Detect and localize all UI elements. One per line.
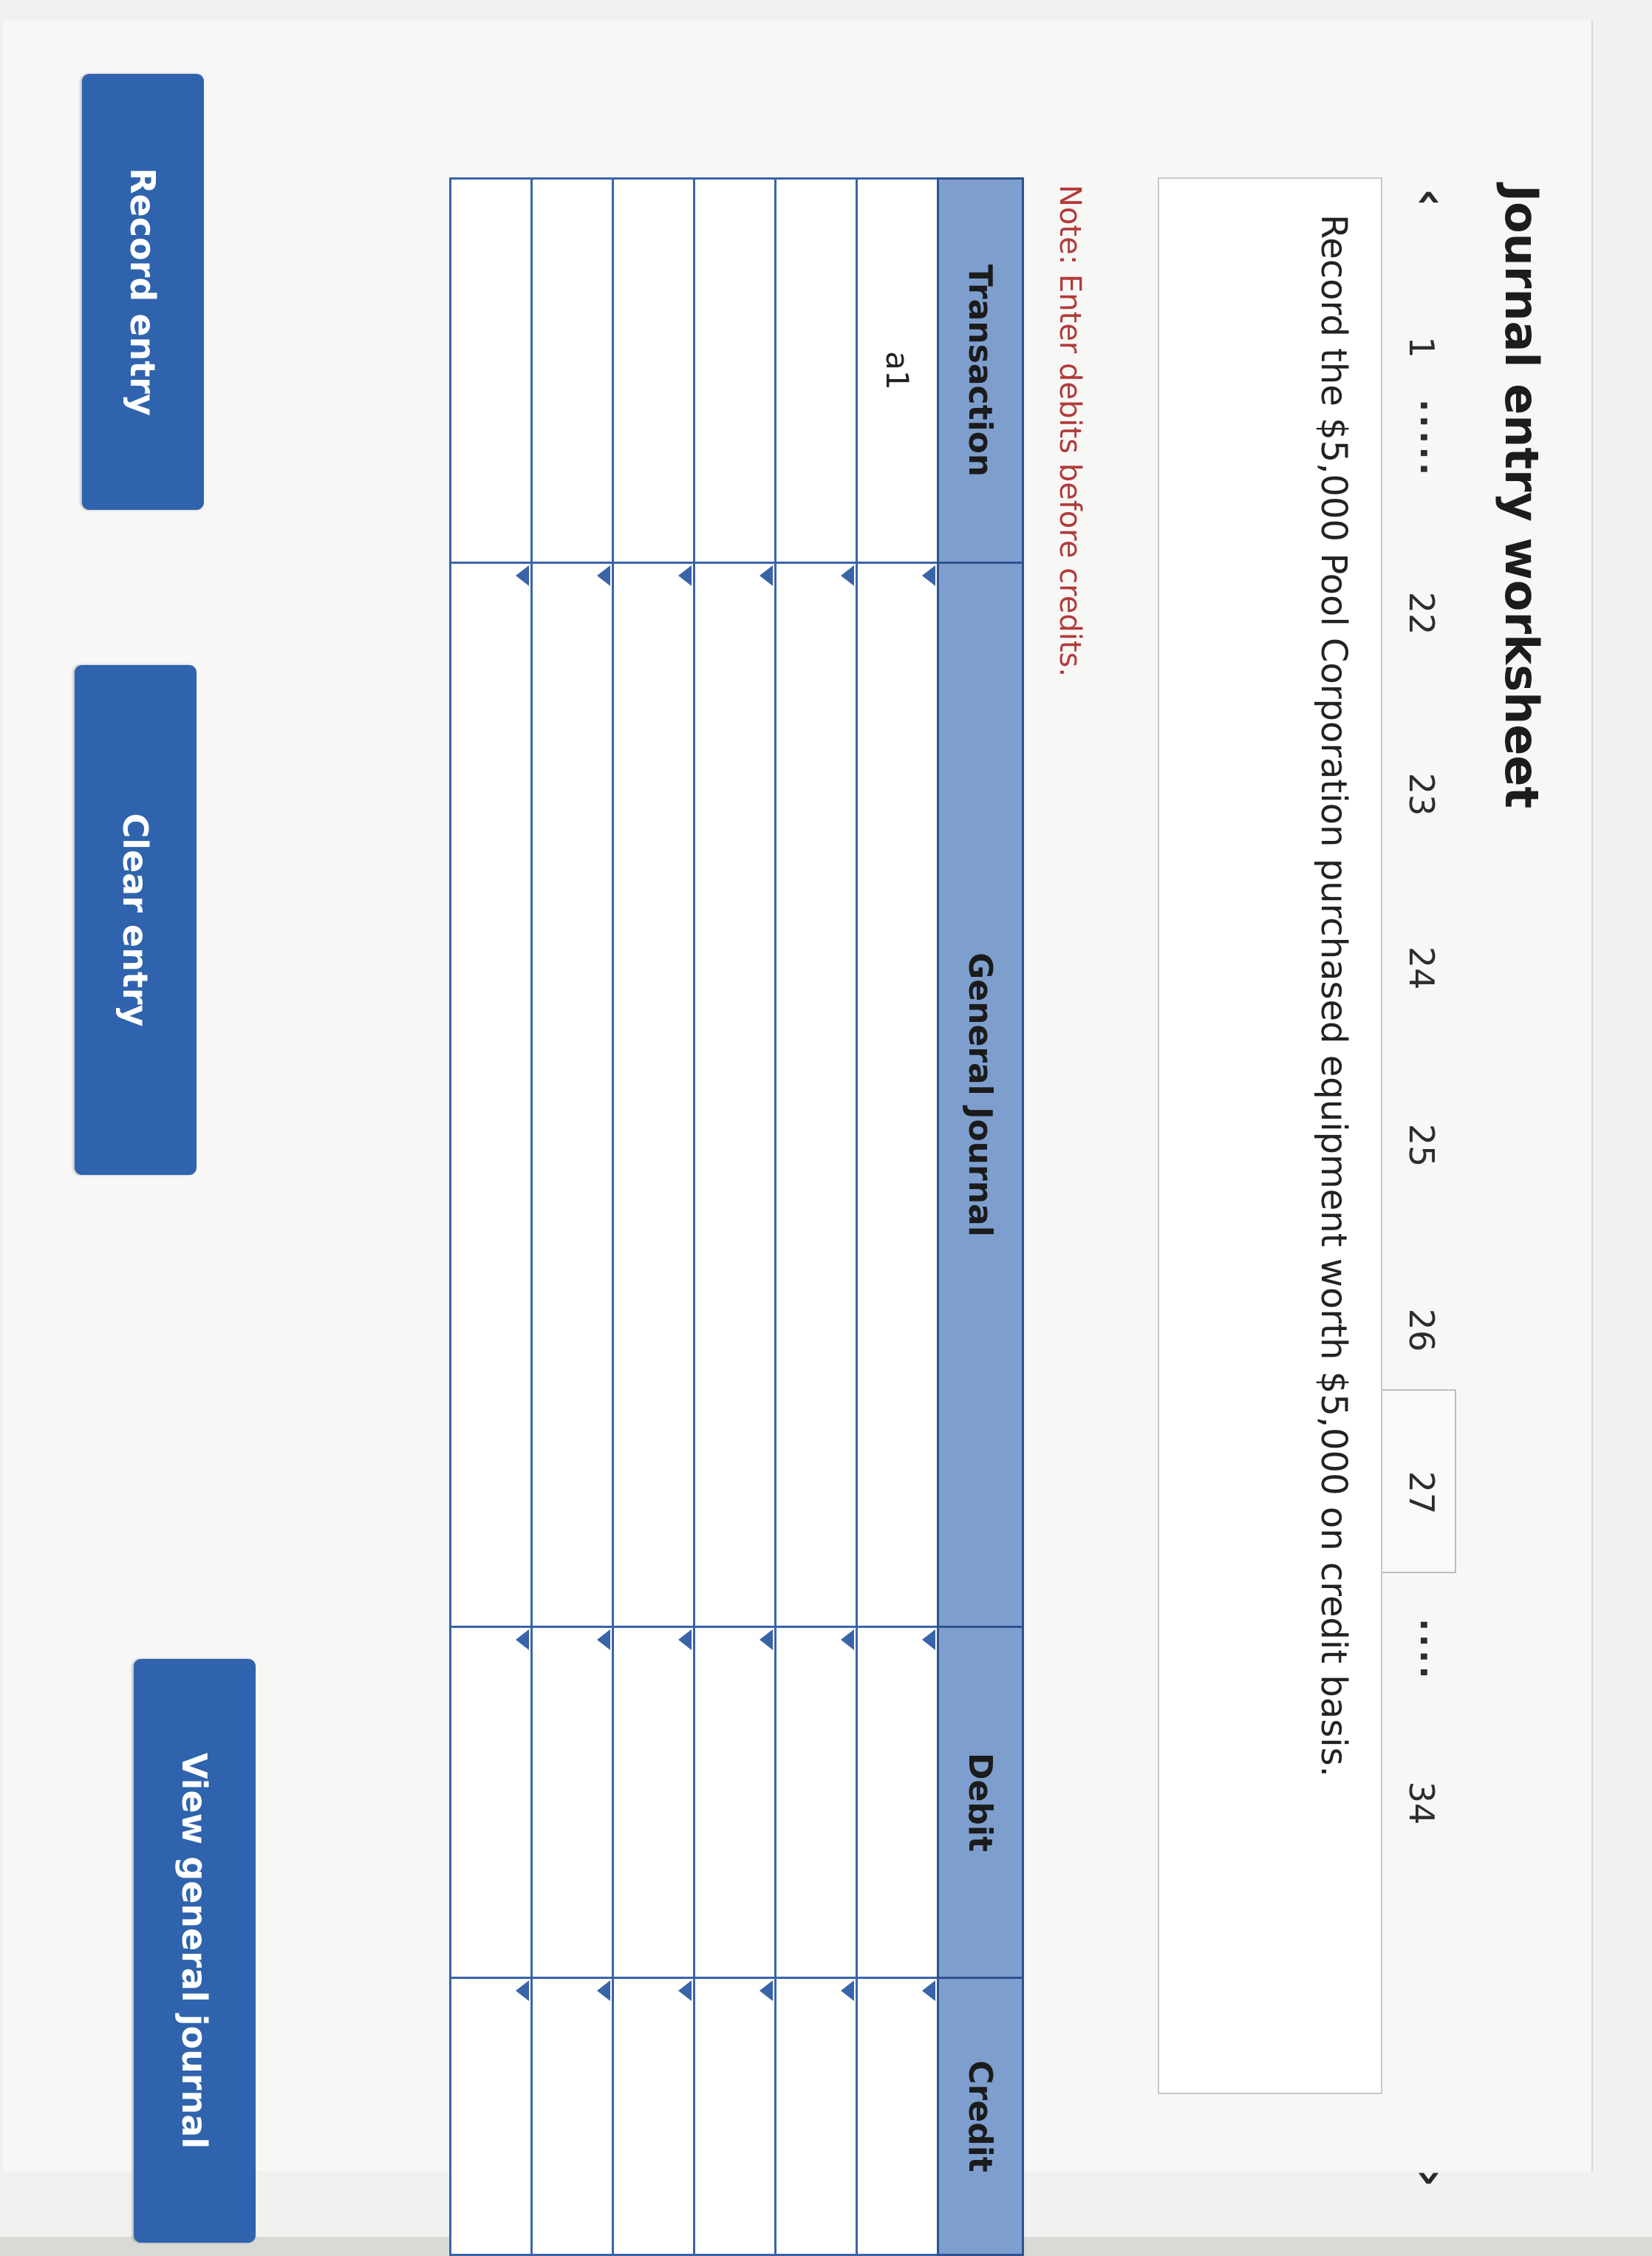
chevron-left-icon[interactable]: ‹ [1404, 188, 1456, 207]
credit-input-cell[interactable] [450, 1977, 532, 2255]
record-entry-button[interactable]: Record entry [82, 74, 204, 510]
dropdown-marker-icon [678, 1980, 692, 2001]
journal-entry-worksheet: Journal entry worksheet ‹ 1 ..... 22 23 … [0, 0, 1652, 2256]
debit-input-cell[interactable] [856, 1626, 938, 1978]
table-row [612, 178, 694, 2255]
transaction-cell [612, 178, 694, 563]
clear-entry-button[interactable]: Clear entry [75, 665, 197, 1175]
transaction-cell [694, 178, 776, 563]
page-item-22[interactable]: 22 [1402, 573, 1441, 654]
table-row: a1 [856, 178, 938, 2255]
dropdown-marker-icon [597, 1629, 610, 1650]
account-select-cell[interactable] [694, 562, 776, 1627]
debit-input-cell[interactable] [531, 1626, 613, 1978]
general-journal-table: Transaction General Journal Debit Credit… [449, 177, 1024, 2256]
page-item-27[interactable]: 27 [1402, 1452, 1441, 1533]
dropdown-marker-icon [841, 1980, 854, 2001]
dropdown-marker-icon [516, 565, 529, 586]
table-row [694, 178, 776, 2255]
view-general-journal-button[interactable]: View general journal [134, 1659, 256, 2243]
table-row [531, 178, 613, 2255]
debit-input-cell[interactable] [775, 1626, 857, 1978]
account-select-cell[interactable] [531, 562, 613, 1627]
transaction-cell [450, 178, 532, 563]
account-select-cell[interactable] [856, 562, 938, 1627]
transaction-cell [775, 178, 857, 563]
dropdown-marker-icon [678, 565, 692, 586]
dropdown-marker-icon [516, 1980, 529, 2001]
column-header-general-journal: General Journal [938, 562, 1023, 1627]
page-item-1[interactable]: 1 [1402, 307, 1441, 388]
account-select-cell[interactable] [450, 562, 532, 1627]
column-header-debit: Debit [938, 1626, 1023, 1978]
dropdown-marker-icon [597, 565, 610, 586]
note-text: Note: Enter debits before credits. [1053, 185, 1087, 678]
credit-input-cell[interactable] [531, 1977, 613, 2255]
credit-input-cell[interactable] [694, 1977, 776, 2255]
transaction-cell [531, 178, 613, 563]
chevron-right-icon[interactable]: › [1404, 2169, 1456, 2187]
page-ellipsis: ..... [1413, 399, 1453, 479]
dropdown-marker-icon [922, 1629, 935, 1650]
dropdown-marker-icon [922, 565, 935, 586]
page-ellipsis-2: .... [1413, 1618, 1453, 1682]
dropdown-marker-icon [841, 565, 854, 586]
dropdown-marker-icon [760, 1980, 773, 2001]
worksheet-card: Journal entry worksheet ‹ 1 ..... 22 23 … [0, 0, 1652, 2256]
credit-input-cell[interactable] [775, 1977, 857, 2255]
column-header-transaction: Transaction [938, 178, 1023, 563]
debit-input-cell[interactable] [450, 1626, 532, 1978]
page-title: Journal entry worksheet [1495, 185, 1549, 809]
credit-input-cell[interactable] [612, 1977, 694, 2255]
credit-input-cell[interactable] [856, 1977, 938, 2255]
page-item-34[interactable]: 34 [1402, 1762, 1441, 1844]
page-item-25[interactable]: 25 [1402, 1105, 1441, 1186]
dropdown-marker-icon [678, 1629, 692, 1650]
dropdown-marker-icon [597, 1980, 610, 2001]
transaction-cell: a1 [856, 178, 938, 563]
dropdown-marker-icon [841, 1629, 854, 1650]
dropdown-marker-icon [760, 1629, 773, 1650]
debit-input-cell[interactable] [612, 1626, 694, 1978]
table-header-row: Transaction General Journal Debit Credit [938, 178, 1023, 2255]
page-item-24[interactable]: 24 [1402, 927, 1441, 1009]
debit-input-cell[interactable] [694, 1626, 776, 1978]
dropdown-marker-icon [922, 1980, 935, 2001]
account-select-cell[interactable] [775, 562, 857, 1627]
question-text: Record the $5,000 Pool Corporation purch… [1313, 214, 1354, 1777]
account-select-cell[interactable] [612, 562, 694, 1627]
column-header-credit: Credit [938, 1977, 1023, 2255]
dropdown-marker-icon [516, 1629, 529, 1650]
table-row [450, 178, 532, 2255]
table-row [775, 178, 857, 2255]
dropdown-marker-icon [760, 565, 773, 586]
page-item-26[interactable]: 26 [1402, 1289, 1441, 1371]
page-item-23[interactable]: 23 [1402, 754, 1441, 835]
